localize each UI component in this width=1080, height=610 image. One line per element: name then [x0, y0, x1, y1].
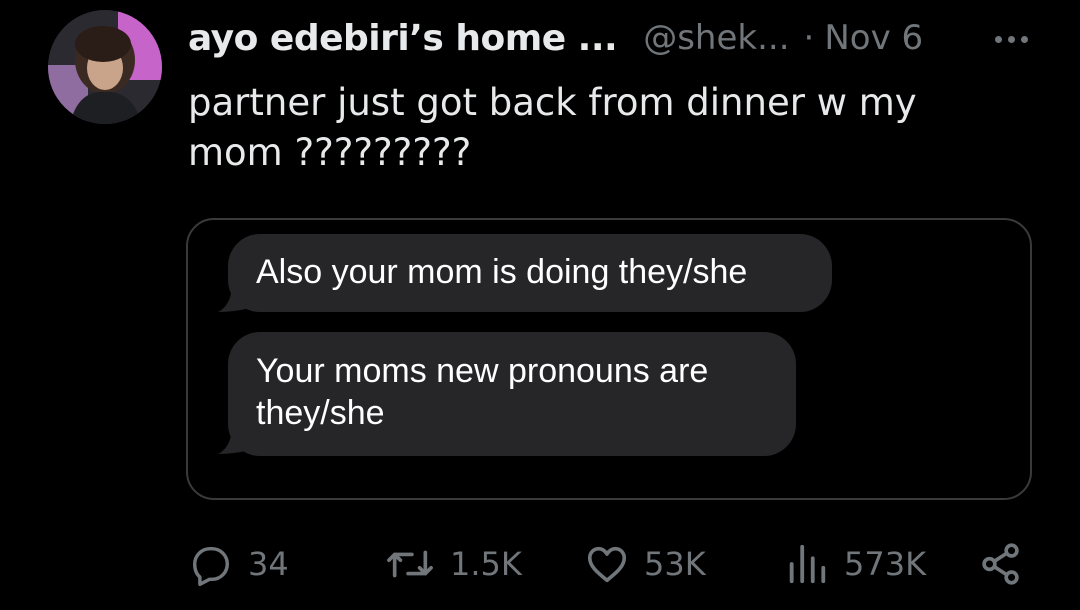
user-handle[interactable]: @shek...	[643, 18, 789, 58]
more-dot	[1021, 36, 1028, 43]
more-dot	[1008, 36, 1015, 43]
views-count: 573K	[844, 545, 927, 583]
views-icon	[789, 544, 826, 584]
tweet-date[interactable]: Nov 6	[824, 18, 923, 58]
message-text: Your moms new pronouns are they/she	[256, 352, 709, 432]
share-button[interactable]	[978, 536, 1024, 592]
like-button[interactable]: 53K	[584, 536, 706, 592]
tweet-media[interactable]: Also your mom is doing they/she Your mom…	[186, 218, 1032, 500]
repost-icon	[387, 550, 433, 578]
separator-dot: ·	[803, 18, 815, 58]
tweet-text: partner just got back from dinner w my m…	[188, 81, 917, 174]
message-bubble: Also your mom is doing they/she	[228, 234, 832, 312]
avatar[interactable]	[48, 10, 162, 124]
more-icon[interactable]	[995, 36, 1028, 43]
repost-button[interactable]: 1.5K	[384, 536, 522, 592]
message-bubble: Your moms new pronouns are they/she	[228, 332, 796, 456]
more-dot	[995, 36, 1002, 43]
display-name[interactable]: ayo edebiri’s home ...	[188, 18, 618, 59]
tweet-header: ayo edebiri’s home ... @shek... · Nov 6	[188, 14, 1030, 62]
avatar-image	[48, 10, 162, 124]
message-text: Also your mom is doing they/she	[256, 253, 748, 291]
like-count: 53K	[644, 545, 706, 583]
reply-count: 34	[248, 545, 289, 583]
heart-icon	[587, 546, 627, 583]
reply-button[interactable]: 34	[188, 536, 289, 592]
share-icon	[982, 543, 1019, 585]
repost-count: 1.5K	[450, 545, 522, 583]
views-button[interactable]: 573K	[784, 536, 926, 592]
reply-icon	[192, 546, 230, 587]
action-bar: 34 1.5K 53K 573K	[188, 536, 1038, 592]
